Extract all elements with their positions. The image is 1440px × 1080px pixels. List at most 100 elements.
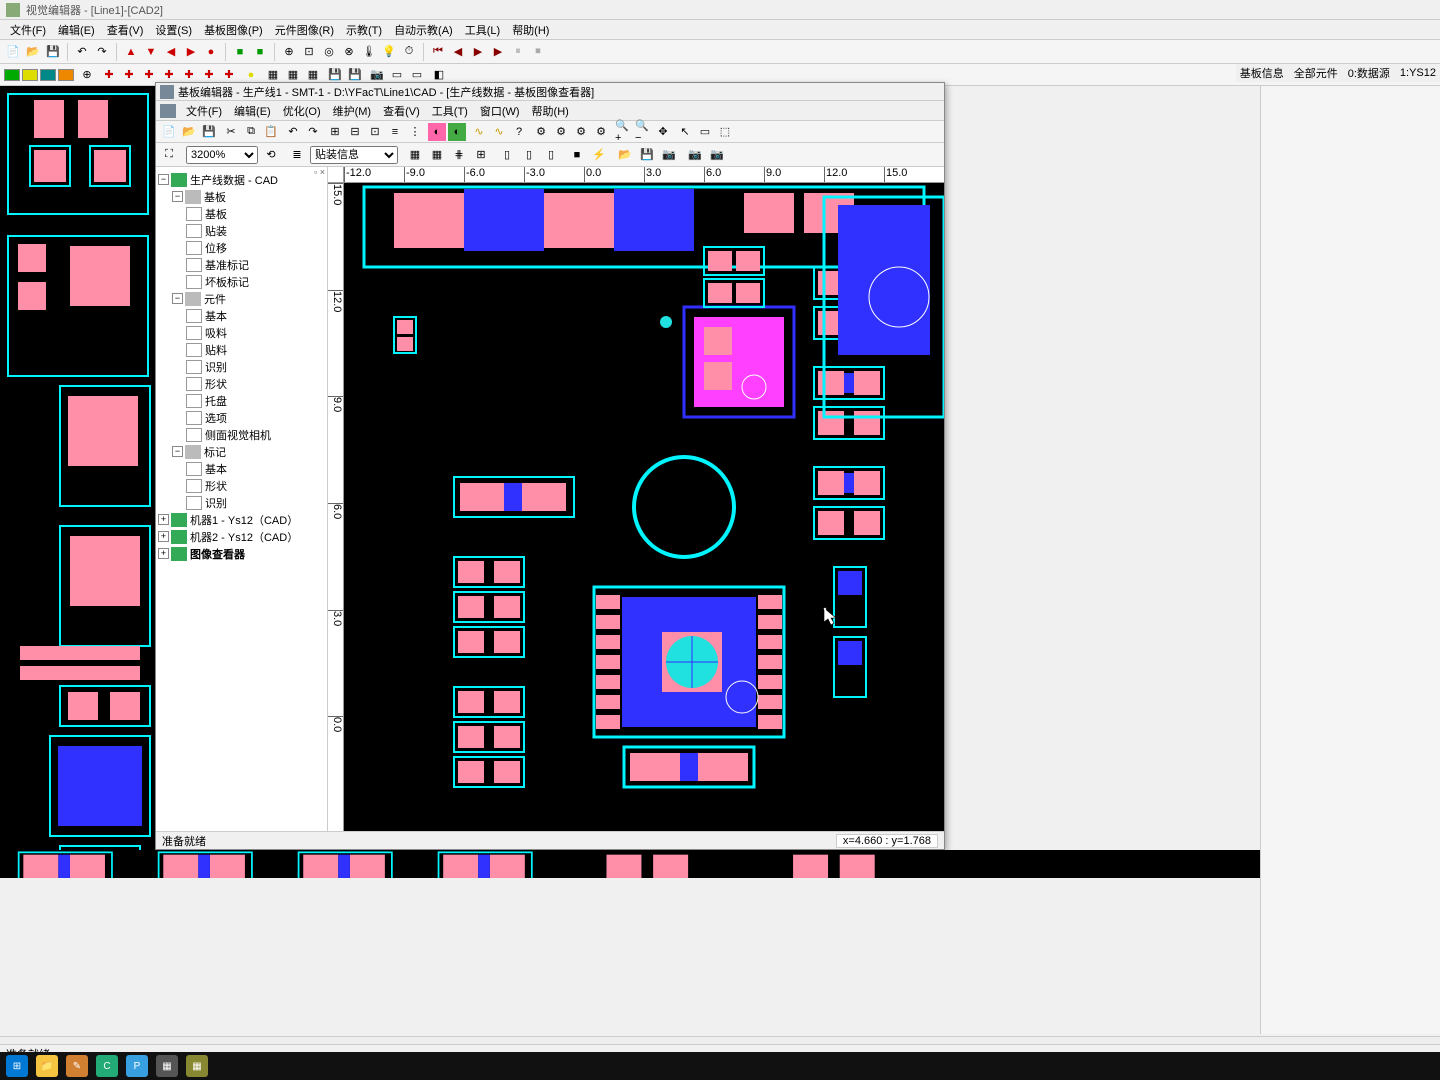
menu-file[interactable]: 文件(F) <box>4 20 52 40</box>
taskbar-cnv-icon[interactable]: C <box>96 1055 118 1077</box>
taskbar-p-icon[interactable]: P <box>126 1055 148 1077</box>
ct-cut-icon[interactable]: ✂ <box>222 123 240 141</box>
cmenu-view[interactable]: 查看(V) <box>377 101 426 121</box>
tree-close-icon[interactable]: ▫ × <box>314 167 325 177</box>
ct-paste-icon[interactable]: 📋 <box>262 123 280 141</box>
info-all-parts[interactable]: 全部元件 <box>1294 65 1338 81</box>
cmenu-help[interactable]: 帮助(H) <box>526 101 575 121</box>
cmenu-file[interactable]: 文件(F) <box>180 101 228 121</box>
info-machine[interactable]: 1:YS12 <box>1400 67 1436 79</box>
cross1-icon[interactable]: ✚ <box>100 66 118 84</box>
tree-part-0[interactable]: 基本 <box>205 308 227 324</box>
ct-wave-icon[interactable]: ∿ <box>470 123 488 141</box>
grid-b-icon[interactable]: ▦ <box>284 66 302 84</box>
menu-settings[interactable]: 设置(S) <box>149 20 198 40</box>
ct2-cam3-icon[interactable]: 📷 <box>708 146 726 164</box>
stop-green-icon[interactable]: ■ <box>231 43 249 61</box>
child-system-icon[interactable] <box>160 104 176 118</box>
ct-link4-icon[interactable]: ⚙ <box>592 123 610 141</box>
save3-icon[interactable]: 💾 <box>346 66 364 84</box>
ct2-g3-icon[interactable]: ⋕ <box>450 146 468 164</box>
tree-part-4[interactable]: 形状 <box>205 376 227 392</box>
ct2-g1-icon[interactable]: ▦ <box>406 146 424 164</box>
tree-board-3[interactable]: 基准标记 <box>205 257 249 273</box>
tree-machine2[interactable]: 机器2 - Ys12（CAD） <box>190 529 298 545</box>
grid-a-icon[interactable]: ▦ <box>264 66 282 84</box>
ct-t2-icon[interactable]: ⊟ <box>346 123 364 141</box>
ct2-open-icon[interactable]: 📂 <box>616 146 634 164</box>
dir-left-icon[interactable]: ◀ <box>162 43 180 61</box>
ct2-a2-icon[interactable]: ▯ <box>520 146 538 164</box>
tree-part-6[interactable]: 选项 <box>205 410 227 426</box>
zoom-combo[interactable]: 3200% <box>186 146 258 164</box>
cmenu-maintain[interactable]: 维护(M) <box>327 101 378 121</box>
dir-down-icon[interactable]: ▼ <box>142 43 160 61</box>
ct-green-icon[interactable]: ◐ <box>448 123 466 141</box>
ct2-b2-icon[interactable]: ⚡ <box>590 146 608 164</box>
rewind-icon[interactable]: ⏮ <box>429 43 447 61</box>
tree-mark-1[interactable]: 形状 <box>205 478 227 494</box>
tree-board-1[interactable]: 贴装 <box>205 223 227 239</box>
layer-combo[interactable]: 贴装信息 <box>310 146 398 164</box>
timer-icon[interactable]: ⏱ <box>400 43 418 61</box>
camera-icon[interactable]: 📷 <box>368 66 386 84</box>
cmenu-optimize[interactable]: 优化(O) <box>277 101 327 121</box>
ct2-cam-icon[interactable]: 📷 <box>660 146 678 164</box>
ct2-g2-icon[interactable]: ▦ <box>428 146 446 164</box>
tree-parts[interactable]: 元件 <box>204 291 226 307</box>
redo-icon[interactable]: ↷ <box>93 43 111 61</box>
ct-zoom-in-icon[interactable]: 🔍+ <box>614 123 632 141</box>
swatch-green[interactable] <box>4 69 20 81</box>
taskbar-app2-icon[interactable]: ▦ <box>186 1055 208 1077</box>
ct-undo-icon[interactable]: ↶ <box>284 123 302 141</box>
cmenu-tools[interactable]: 工具(T) <box>426 101 474 121</box>
menu-help[interactable]: 帮助(H) <box>506 20 555 40</box>
ct-dotted-sel-icon[interactable]: ⬚ <box>716 123 734 141</box>
taskbar-explorer-icon[interactable]: 📁 <box>36 1055 58 1077</box>
tree-marks[interactable]: 标记 <box>204 444 226 460</box>
tree-mark-2[interactable]: 识别 <box>205 495 227 511</box>
ct-copy-icon[interactable]: ⧉ <box>242 123 260 141</box>
tree-part-2[interactable]: 贴料 <box>205 342 227 358</box>
cross3-icon[interactable]: ✚ <box>140 66 158 84</box>
ct-new-icon[interactable]: 📄 <box>160 123 178 141</box>
frame2-icon[interactable]: ▭ <box>408 66 426 84</box>
ct-pointer-icon[interactable]: ↖ <box>676 123 694 141</box>
undo-icon[interactable]: ↶ <box>73 43 91 61</box>
menu-component-image[interactable]: 元件图像(R) <box>269 20 340 40</box>
ct2-save-icon[interactable]: 💾 <box>638 146 656 164</box>
center-icon[interactable]: ● <box>202 43 220 61</box>
ct2-g4-icon[interactable]: ⊞ <box>472 146 490 164</box>
grid-c-icon[interactable]: ▦ <box>304 66 322 84</box>
ct-t1-icon[interactable]: ⊞ <box>326 123 344 141</box>
tool-b-icon[interactable]: ⊡ <box>300 43 318 61</box>
tree-expand-root[interactable]: − <box>158 174 169 185</box>
menu-board-image[interactable]: 基板图像(P) <box>198 20 269 40</box>
info-board[interactable]: 基板信息 <box>1240 65 1284 81</box>
ct-help-icon[interactable]: ? <box>510 123 528 141</box>
tree-root[interactable]: 生产线数据 - CAD <box>190 172 278 188</box>
ct2-cam2-icon[interactable]: 📷 <box>686 146 704 164</box>
ct-save-icon[interactable]: 💾 <box>200 123 218 141</box>
ct-wave2-icon[interactable]: ∿ <box>490 123 508 141</box>
menu-tools[interactable]: 工具(L) <box>459 20 506 40</box>
tool-c-icon[interactable]: ◎ <box>320 43 338 61</box>
ct2-layers-icon[interactable]: ≣ <box>288 146 306 164</box>
save-icon[interactable]: 💾 <box>44 43 62 61</box>
ct-t5-icon[interactable]: ⋮ <box>406 123 424 141</box>
next-icon[interactable]: ▶ <box>469 43 487 61</box>
ct-link2-icon[interactable]: ⚙ <box>552 123 570 141</box>
swatch-orange[interactable] <box>58 69 74 81</box>
ct2-a1-icon[interactable]: ▯ <box>498 146 516 164</box>
tree-expand-marks[interactable]: − <box>172 446 183 457</box>
ct2-zoom-reset-icon[interactable]: ⟲ <box>262 146 280 164</box>
bulb-icon[interactable]: 💡 <box>380 43 398 61</box>
ct-t3-icon[interactable]: ⊡ <box>366 123 384 141</box>
start-button[interactable]: ⊞ <box>6 1055 28 1077</box>
tree-part-1[interactable]: 吸料 <box>205 325 227 341</box>
save2-icon[interactable]: 💾 <box>326 66 344 84</box>
tree-mark-0[interactable]: 基本 <box>205 461 227 477</box>
ct2-b1-icon[interactable]: ■ <box>568 146 586 164</box>
cross2-icon[interactable]: ✚ <box>120 66 138 84</box>
taskbar-app1-icon[interactable]: ✎ <box>66 1055 88 1077</box>
